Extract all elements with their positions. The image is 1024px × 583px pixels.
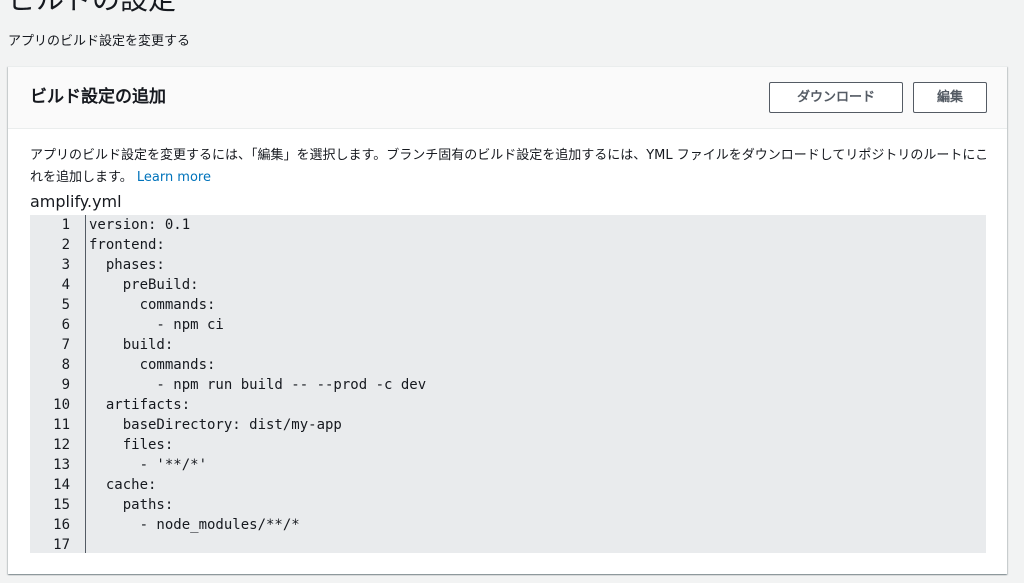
code-text: - npm ci [89,317,224,333]
line-number: 15 [53,497,70,513]
code-text: phases: [89,257,165,273]
code-text: version: 0.1 [89,217,191,233]
code-text: preBuild: [89,277,199,293]
page-subtitle: アプリのビルド設定を変更する [8,34,191,49]
line-number: 9 [61,377,70,393]
code-text: build: [89,337,174,353]
code-text: - npm run build -- --prod -c dev [89,377,427,393]
code-text: paths: [89,497,174,513]
code-viewer[interactable]: 1 version: 0.1 2 frontend: 3 phases: 4 preBui… [30,215,986,553]
panel-header: ビルド設定の追加 ダウンロード 編集 [8,67,1007,129]
panel-description: アプリのビルド設定を変更するには、「編集」を選択します。ブランチ固有のビルド設定… [30,145,990,189]
line-number: 3 [61,257,70,273]
code-text: commands: [89,357,216,373]
line-number: 11 [53,417,70,433]
page-title: ビルドの設定 [8,0,176,16]
build-settings-panel: ビルド設定の追加 ダウンロード 編集 アプリのビルド設定を変更するには、「編集」… [8,66,1007,574]
code-text: - node_modules/**/* [89,517,300,533]
line-number: 16 [53,517,70,533]
config-filename: amplify.yml [30,192,122,211]
line-number: 14 [53,477,70,493]
line-number: 17 [53,537,70,553]
edit-button[interactable]: 編集 [913,82,987,113]
line-number: 8 [61,357,70,373]
line-number: 12 [53,437,70,453]
line-number: 10 [53,397,70,413]
learn-more-link[interactable]: Learn more [137,170,211,185]
line-number: 6 [61,317,70,333]
code-text: commands: [89,297,216,313]
line-number: 2 [61,237,70,253]
code-text: artifacts: [89,397,191,413]
line-number: 5 [61,297,70,313]
code-text: cache: [89,477,157,493]
line-number: 13 [53,457,70,473]
line-number: 7 [61,337,70,353]
code-text: frontend: [89,237,165,253]
code-text: files: [89,437,174,453]
panel-title: ビルド設定の追加 [30,87,166,107]
line-number: 4 [61,277,70,293]
code-text: - '**/*' [89,457,208,473]
line-number: 1 [61,217,70,233]
download-button[interactable]: ダウンロード [769,82,903,113]
code-text: baseDirectory: dist/my-app [89,417,342,433]
